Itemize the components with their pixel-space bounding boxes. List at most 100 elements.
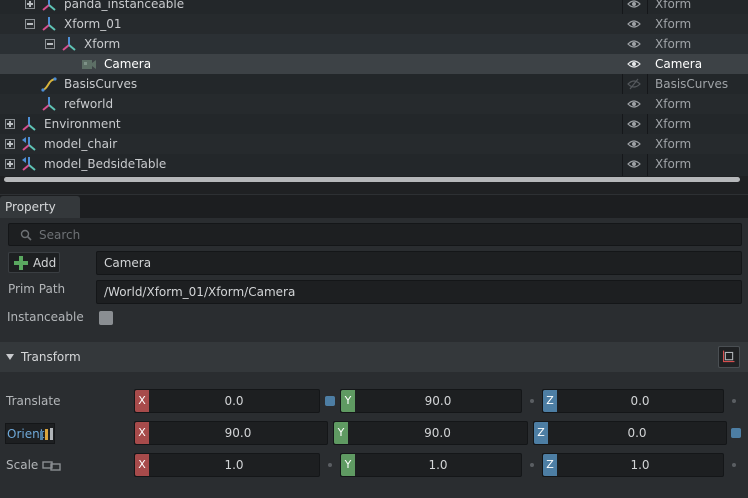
basis-curves-icon — [41, 77, 57, 92]
visibility-eye-icon[interactable] — [627, 58, 641, 70]
keyframe-toggle[interactable] — [530, 463, 534, 467]
keyframe-toggle[interactable] — [530, 399, 534, 403]
tree-row-type: Xform — [655, 97, 692, 111]
tree-row-label: Xform_01 — [64, 17, 122, 31]
orient-x-value: 90.0 — [224, 426, 252, 440]
tree-row-type: Xform — [655, 157, 692, 171]
tree-row-refworld[interactable]: refworld Xform — [0, 94, 748, 114]
scale-z-value: 1.0 — [630, 458, 650, 472]
expand-icon[interactable] — [5, 159, 15, 169]
expand-icon[interactable] — [5, 139, 15, 149]
prim-name-field[interactable]: Camera — [96, 251, 742, 275]
visibility-eye-icon[interactable] — [627, 18, 641, 30]
tree-row-label: model_chair — [44, 137, 118, 151]
transform-section-label: Transform — [21, 350, 81, 364]
prim-path-label: Prim Path — [8, 282, 66, 296]
orient-y-field[interactable]: Y 90.0 — [333, 421, 528, 445]
orient-x-field[interactable]: X 90.0 — [134, 421, 328, 445]
tree-row-camera[interactable]: Camera Camera — [0, 54, 748, 74]
tree-row-label: Environment — [44, 117, 121, 131]
orient-label-button[interactable]: Orient — [5, 423, 55, 444]
tree-row-basiscurves[interactable]: BasisCurves BasisCurves — [0, 74, 748, 94]
expand-icon[interactable] — [5, 119, 15, 129]
prim-name-value: Camera — [104, 256, 152, 270]
tree-row-model-bedsidetable[interactable]: model_BedsideTable Xform — [0, 154, 748, 174]
tab-property-label: Property — [5, 200, 56, 214]
tree-row-environment[interactable]: Environment Xform — [0, 114, 748, 134]
collapse-icon[interactable] — [45, 39, 55, 49]
scale-z-field[interactable]: Z 1.0 — [542, 453, 724, 477]
visibility-hidden-eye-icon[interactable] — [627, 78, 641, 90]
axis-z-badge: Z — [534, 422, 548, 444]
xform-icon — [22, 117, 36, 131]
instanceable-checkbox[interactable] — [99, 311, 113, 325]
visibility-eye-icon[interactable] — [627, 0, 641, 10]
visibility-eye-icon[interactable] — [627, 138, 641, 150]
tree-row-type: BasisCurves — [655, 77, 729, 91]
transform-section-header[interactable]: Transform — [0, 342, 748, 372]
translate-label: Translate — [6, 394, 61, 408]
add-button-label: Add — [33, 256, 57, 270]
collapse-triangle-icon[interactable] — [6, 354, 14, 360]
link-scale-icon[interactable] — [42, 461, 62, 471]
xform-icon — [62, 37, 76, 51]
visibility-eye-icon[interactable] — [627, 98, 641, 110]
transform-gizmo-icon — [723, 350, 735, 363]
visibility-eye-icon[interactable] — [627, 158, 641, 170]
orient-label: Orient — [7, 427, 45, 441]
tree-row-type: Xform — [655, 0, 692, 11]
panel-tab-bar: Property — [0, 194, 748, 219]
orient-y-value: 90.0 — [424, 426, 451, 440]
axis-x-badge: X — [135, 390, 149, 412]
scale-label: Scale — [6, 458, 39, 472]
translate-x-field[interactable]: X 0.0 — [134, 389, 320, 413]
tree-row-label: refworld — [64, 97, 114, 111]
orient-z-field[interactable]: Z 0.0 — [533, 421, 727, 445]
axis-y-badge: Y — [341, 454, 355, 476]
prim-path-field[interactable]: /World/Xform_01/Xform/Camera — [96, 280, 742, 304]
plus-icon — [14, 256, 28, 270]
collapse-icon[interactable] — [25, 19, 35, 29]
tab-property[interactable]: Property — [0, 196, 80, 219]
search-bar[interactable] — [8, 223, 742, 246]
tree-row-type: Xform — [655, 117, 692, 131]
visibility-eye-icon[interactable] — [627, 118, 641, 130]
tree-row-label: model_BedsideTable — [44, 157, 167, 171]
scale-x-value: 1.0 — [224, 458, 244, 472]
tree-row-label: panda_instanceable — [64, 0, 185, 11]
scale-y-field[interactable]: Y 1.0 — [340, 453, 522, 477]
search-input[interactable] — [39, 226, 729, 244]
camera-icon — [82, 60, 96, 69]
add-button[interactable]: Add — [8, 252, 60, 273]
keyframe-toggle[interactable] — [325, 396, 335, 406]
visibility-eye-icon[interactable] — [627, 38, 641, 50]
tree-row-model-chair[interactable]: model_chair Xform — [0, 134, 748, 154]
translate-y-field[interactable]: Y 90.0 — [340, 389, 522, 413]
expand-icon[interactable] — [25, 0, 35, 9]
axis-z-badge: Z — [543, 390, 557, 412]
translate-z-field[interactable]: Z 0.0 — [542, 389, 724, 413]
tree-row-type: Xform — [655, 17, 692, 31]
keyframe-toggle[interactable] — [731, 428, 741, 438]
rotation-order-icon — [40, 428, 53, 440]
stage-tree: panda_instanceable Xform Xform_01 Xform … — [0, 0, 748, 176]
horizontal-scrollbar[interactable] — [4, 177, 740, 182]
tree-row-xform-01[interactable]: Xform_01 Xform — [0, 14, 748, 34]
search-icon — [20, 229, 32, 241]
reference-xform-icon — [22, 157, 36, 171]
xform-icon — [42, 97, 56, 111]
prim-path-value: /World/Xform_01/Xform/Camera — [104, 285, 296, 299]
axis-x-badge: X — [135, 422, 149, 444]
orient-z-value: 0.0 — [627, 426, 647, 440]
keyframe-toggle[interactable] — [732, 399, 736, 403]
keyframe-toggle[interactable] — [328, 463, 332, 467]
tree-row-label: Camera — [104, 57, 152, 71]
scale-y-value: 1.0 — [428, 458, 448, 472]
axis-x-badge: X — [135, 454, 149, 476]
transform-options-button[interactable] — [718, 346, 740, 368]
tree-row-panda-instanceable[interactable]: panda_instanceable Xform — [0, 0, 748, 14]
axis-y-badge: Y — [341, 390, 355, 412]
keyframe-toggle[interactable] — [732, 463, 736, 467]
tree-row-xform[interactable]: Xform Xform — [0, 34, 748, 54]
scale-x-field[interactable]: X 1.0 — [134, 453, 320, 477]
